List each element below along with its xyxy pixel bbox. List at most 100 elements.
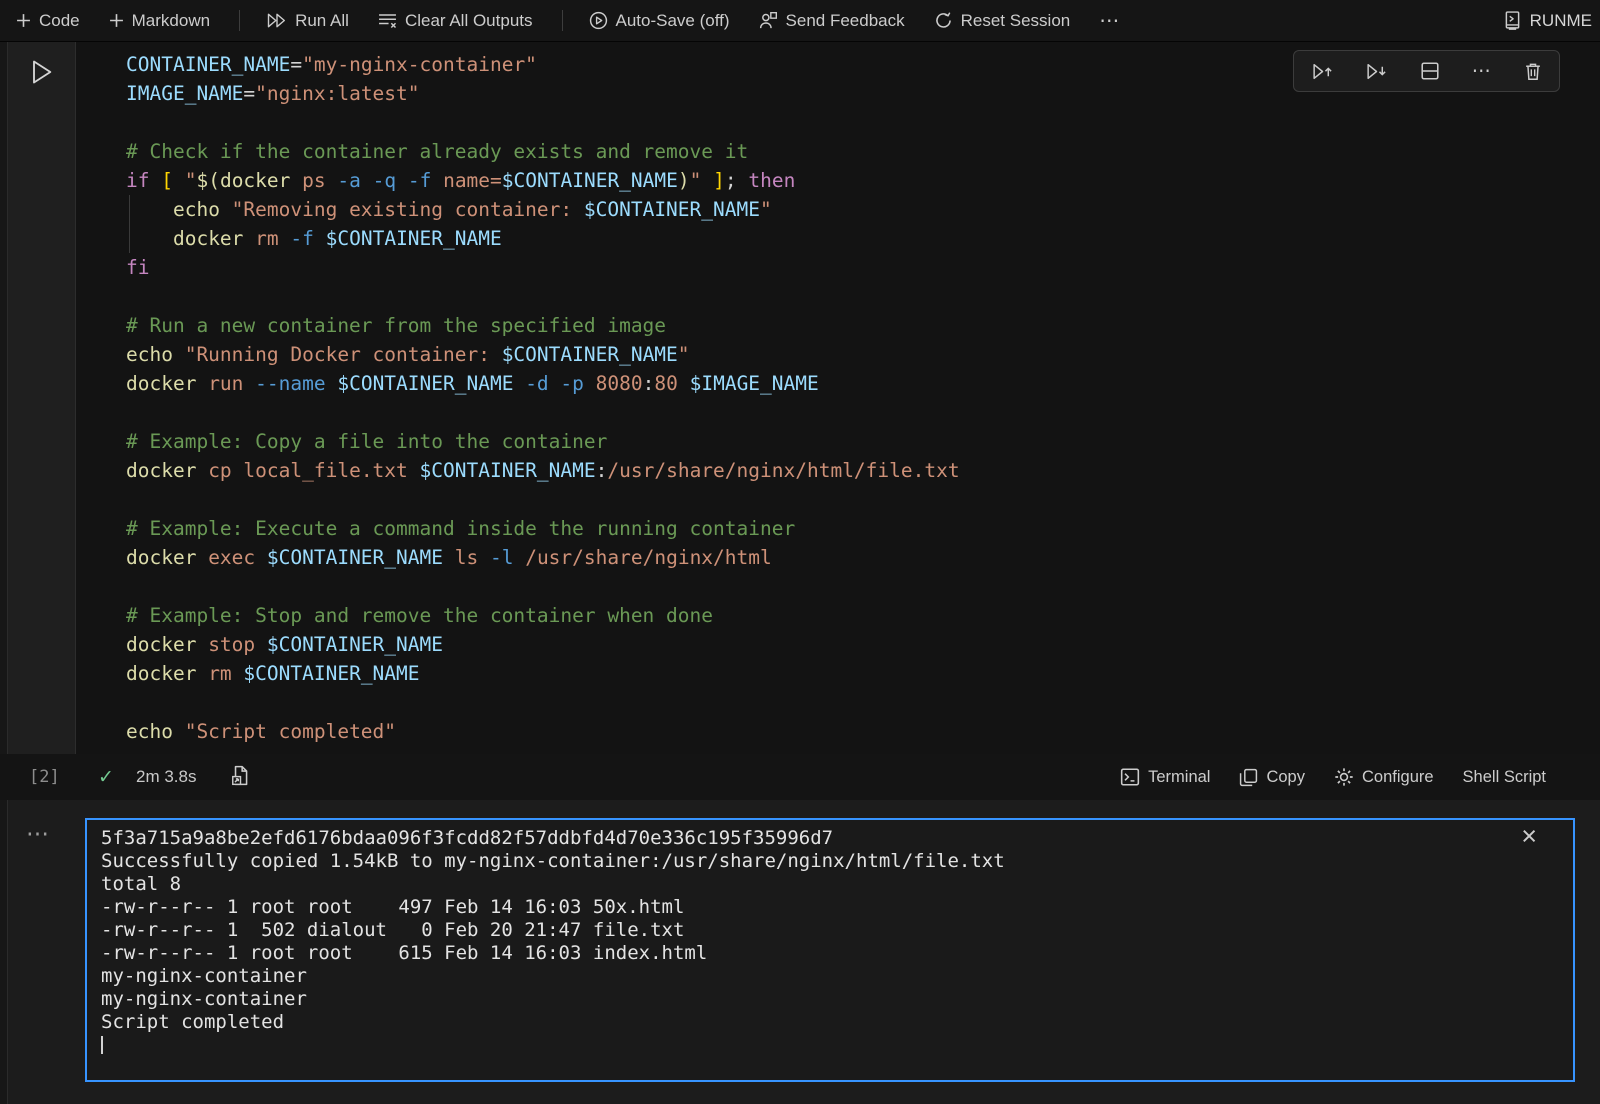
open-terminal-button[interactable]: Terminal — [1120, 767, 1210, 787]
terminal-line: -rw-r--r-- 1 root root 615 Feb 14 16:03 … — [101, 942, 1557, 965]
success-check-icon: ✓ — [98, 766, 114, 789]
send-feedback-label: Send Feedback — [786, 11, 905, 31]
feedback-person-icon — [759, 11, 778, 30]
code-line[interactable]: # Example: Stop and remove the container… — [126, 601, 1600, 630]
close-icon: × — [1521, 821, 1537, 851]
code-line[interactable]: docker run --name $CONTAINER_NAME -d -p … — [126, 369, 1600, 398]
toolbar-separator — [562, 10, 563, 31]
split-cell-button[interactable] — [1420, 61, 1440, 81]
terminal-line: my-nginx-container — [101, 988, 1557, 1011]
cell-output-terminal[interactable]: × 5f3a715a9a8be2efd6176bdaa096f3fcdd82f5… — [85, 818, 1575, 1082]
play-down-arrow-icon — [1365, 62, 1387, 81]
circle-play-icon — [589, 11, 608, 30]
cell-toolbar: ⋯ — [1293, 50, 1560, 92]
add-markdown-cell-button[interactable]: Markdown — [109, 11, 210, 31]
cell-code-editor[interactable]: CONTAINER_NAME="my-nginx-container"IMAGE… — [75, 42, 1600, 754]
copy-cell-button[interactable]: Copy — [1239, 768, 1305, 787]
play-up-arrow-icon — [1311, 62, 1333, 81]
execution-duration: 2m 3.8s — [136, 767, 196, 787]
ellipsis-icon: ⋯ — [26, 820, 49, 846]
terminal-line: total 8 — [101, 873, 1557, 896]
add-code-cell-button[interactable]: Code — [16, 11, 80, 31]
runme-brand-label: RUNME — [1530, 11, 1592, 31]
terminal-line: 5f3a715a9a8be2efd6176bdaa096f3fcdd82f57d… — [101, 827, 1557, 850]
cell-gutter — [8, 42, 75, 754]
code-line[interactable]: docker cp local_file.txt $CONTAINER_NAME… — [126, 456, 1600, 485]
execution-order-label: [2] — [29, 767, 60, 787]
code-line[interactable]: # Check if the container already exists … — [126, 137, 1600, 166]
close-output-button[interactable]: × — [1521, 822, 1537, 852]
plus-icon — [109, 13, 124, 28]
run-cell-button[interactable] — [28, 58, 54, 86]
code-line[interactable] — [126, 282, 1600, 311]
code-line[interactable]: # Run a new container from the specified… — [126, 311, 1600, 340]
add-markdown-label: Markdown — [132, 11, 210, 31]
auto-save-label: Auto-Save (off) — [616, 11, 730, 31]
cell-more-actions-button[interactable]: ⋯ — [1472, 60, 1492, 83]
ellipsis-icon: ⋯ — [1099, 8, 1120, 33]
terminal-label: Terminal — [1148, 768, 1210, 787]
code-line[interactable]: fi — [126, 253, 1600, 282]
runme-brand: RUNME — [1504, 11, 1592, 31]
code-line[interactable] — [126, 688, 1600, 717]
configure-label: Configure — [1362, 768, 1434, 787]
terminal-icon — [1120, 767, 1140, 787]
code-line[interactable]: docker rm -f $CONTAINER_NAME — [126, 224, 1600, 253]
language-mode-selector[interactable]: Shell Script — [1463, 768, 1546, 787]
run-all-button[interactable]: Run All — [266, 11, 349, 31]
run-all-icon — [266, 12, 287, 29]
reset-session-button[interactable]: Reset Session — [934, 11, 1071, 31]
toolbar-separator — [239, 10, 240, 31]
copy-icon — [1239, 768, 1258, 787]
notebook-toolbar: Code Markdown Run All Clear All Outputs … — [0, 0, 1600, 42]
auto-save-toggle[interactable]: Auto-Save (off) — [589, 11, 730, 31]
code-line[interactable]: if [ "$(docker ps -a -q -f name=$CONTAIN… — [126, 166, 1600, 195]
code-line[interactable]: docker stop $CONTAINER_NAME — [126, 630, 1600, 659]
output-options-button[interactable]: ⋯ — [26, 820, 49, 847]
execute-above-cells-button[interactable] — [1311, 62, 1333, 81]
add-code-label: Code — [39, 11, 80, 31]
code-line[interactable]: echo "Script completed" — [126, 717, 1600, 746]
runme-logo-icon — [1504, 11, 1521, 30]
ellipsis-icon: ⋯ — [1472, 60, 1492, 83]
execute-cell-and-below-button[interactable] — [1365, 62, 1387, 81]
play-icon — [28, 58, 54, 86]
open-output-externally-button[interactable] — [231, 765, 250, 786]
terminal-cursor-line — [101, 1034, 1557, 1058]
delete-cell-button[interactable] — [1524, 62, 1542, 81]
code-line[interactable] — [126, 108, 1600, 137]
terminal-line: Successfully copied 1.54kB to my-nginx-c… — [101, 850, 1557, 873]
cell-status-bar: [2] ✓ 2m 3.8s Terminal Copy Configure Sh… — [0, 754, 1600, 800]
code-line[interactable] — [126, 485, 1600, 514]
clear-all-outputs-label: Clear All Outputs — [405, 11, 533, 31]
window-left-edge — [0, 42, 8, 1104]
file-export-icon — [231, 765, 250, 786]
terminal-line: -rw-r--r-- 1 502 dialout 0 Feb 20 21:47 … — [101, 919, 1557, 942]
cell-status-actions: Terminal Copy Configure Shell Script — [1120, 767, 1546, 787]
code-line[interactable]: docker rm $CONTAINER_NAME — [126, 659, 1600, 688]
terminal-cursor — [101, 1036, 103, 1054]
code-line[interactable] — [126, 398, 1600, 427]
split-cell-icon — [1420, 61, 1440, 81]
code-line[interactable] — [126, 572, 1600, 601]
code-line[interactable]: docker exec $CONTAINER_NAME ls -l /usr/s… — [126, 543, 1600, 572]
clear-all-outputs-button[interactable]: Clear All Outputs — [378, 11, 533, 31]
terminal-line: -rw-r--r-- 1 root root 497 Feb 14 16:03 … — [101, 896, 1557, 919]
code-line[interactable]: echo "Removing existing container: $CONT… — [126, 195, 1600, 224]
run-all-label: Run All — [295, 11, 349, 31]
terminal-line: Script completed — [101, 1011, 1557, 1034]
toolbar-more-button[interactable]: ⋯ — [1099, 8, 1120, 33]
code-line[interactable]: # Example: Execute a command inside the … — [126, 514, 1600, 543]
clear-outputs-icon — [378, 12, 397, 29]
trash-icon — [1524, 62, 1542, 81]
refresh-icon — [934, 11, 953, 30]
copy-label: Copy — [1266, 768, 1305, 787]
send-feedback-button[interactable]: Send Feedback — [759, 11, 905, 31]
code-lines: CONTAINER_NAME="my-nginx-container"IMAGE… — [126, 50, 1600, 746]
reset-session-label: Reset Session — [961, 11, 1071, 31]
terminal-line: my-nginx-container — [101, 965, 1557, 988]
configure-cell-button[interactable]: Configure — [1334, 767, 1434, 787]
code-line[interactable]: echo "Running Docker container: $CONTAIN… — [126, 340, 1600, 369]
code-line[interactable]: # Example: Copy a file into the containe… — [126, 427, 1600, 456]
plus-icon — [16, 13, 31, 28]
